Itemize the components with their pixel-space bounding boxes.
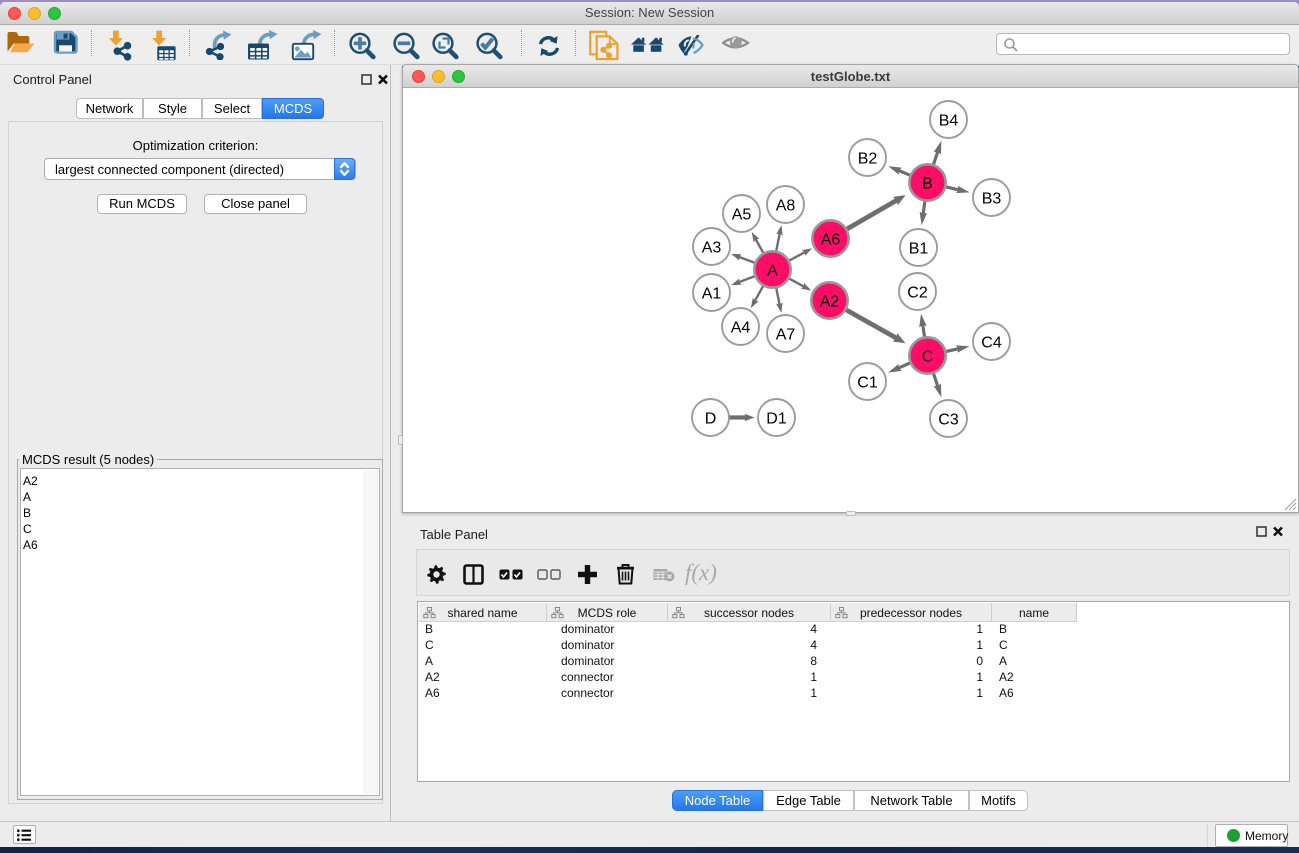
svg-text:A6: A6: [821, 232, 841, 249]
svg-text:B: B: [922, 176, 933, 193]
svg-text:A7: A7: [776, 327, 796, 344]
svg-text:A1: A1: [702, 286, 722, 303]
svg-text:A8: A8: [776, 198, 796, 215]
svg-text:B1: B1: [909, 241, 929, 258]
svg-text:C: C: [922, 349, 934, 366]
svg-text:A5: A5: [732, 207, 752, 224]
svg-text:A2: A2: [820, 294, 840, 311]
svg-text:D: D: [705, 411, 717, 428]
svg-text:C4: C4: [981, 335, 1002, 352]
svg-text:A: A: [767, 263, 778, 280]
svg-text:B2: B2: [858, 151, 878, 168]
svg-text:B4: B4: [939, 113, 959, 130]
svg-text:A4: A4: [731, 320, 751, 337]
svg-text:C1: C1: [857, 375, 878, 392]
svg-text:C2: C2: [907, 285, 928, 302]
svg-text:C3: C3: [938, 412, 959, 429]
svg-text:A3: A3: [702, 240, 722, 257]
svg-text:D1: D1: [766, 411, 787, 428]
svg-text:B3: B3: [982, 191, 1002, 208]
